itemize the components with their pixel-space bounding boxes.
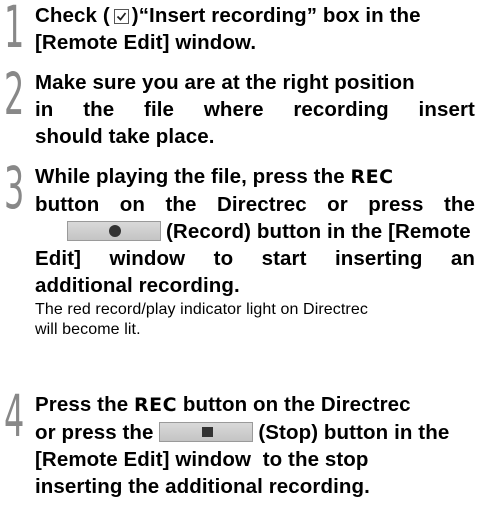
step-line: button on the Directrec or press the [35, 193, 475, 216]
step-text-segment: While playing the file, press the [35, 165, 351, 188]
step-text-segment: (Record) button in the [Remote [166, 220, 471, 243]
step-text-segment: or press the [35, 421, 160, 444]
step-line: in the file where recording insert [35, 98, 475, 121]
step-line: Press the REC button on the Directrec [35, 391, 475, 419]
step-line: inserting the additional recording. [35, 475, 370, 498]
step-text-segment: )“Insert recording” box in the [131, 4, 421, 27]
step-number: 2 [4, 60, 25, 128]
record-button-icon [67, 221, 161, 241]
step-text-segment: Press the [35, 393, 134, 416]
step-line: additional recording. [35, 274, 240, 297]
step-line: should take place. [35, 125, 215, 148]
step-line: Edit] window to start inserting an [35, 247, 475, 270]
step-line: While playing the file, press the REC [35, 163, 475, 191]
rec-button-label: REC [350, 166, 394, 188]
note-line: will become lit. [35, 321, 141, 338]
step-text: Make sure you are at the right position … [35, 69, 475, 150]
step-line: Check ( )“Insert recording” box in the [35, 2, 475, 29]
rec-button-label: REC [134, 394, 178, 416]
step-text-segment: button on the Directrec [177, 393, 411, 416]
step-text-segment: Check ( [35, 4, 110, 27]
checkbox-checked-icon [113, 9, 129, 24]
note-line: The red record/play indicator light on D… [35, 301, 368, 318]
step-number: 4 [4, 382, 25, 450]
stop-button-icon [159, 422, 254, 442]
step-text-segment: (Stop) button in the [258, 421, 450, 444]
step-line: [Remote Edit] window. [35, 31, 257, 54]
step-text: Check ( )“Insert recording” box in the [R… [35, 2, 475, 56]
step-note: The red record/play indicator light on D… [35, 300, 475, 340]
step-line: (Record) button in the [Remote [35, 218, 475, 245]
record-dot-icon [109, 225, 121, 237]
step-text: Press the REC button on the Directrec or… [35, 391, 475, 500]
step-number: 3 [4, 154, 25, 222]
stop-square-icon [202, 427, 214, 437]
step-number: 1 [4, 0, 25, 61]
step-line: [Remote Edit] window to the stop [35, 448, 369, 471]
step-line: Make sure you are at the right position [35, 71, 415, 94]
step-text: While playing the file, press the REC bu… [35, 163, 475, 340]
step-line: or press the (Stop) button in the [35, 419, 475, 446]
